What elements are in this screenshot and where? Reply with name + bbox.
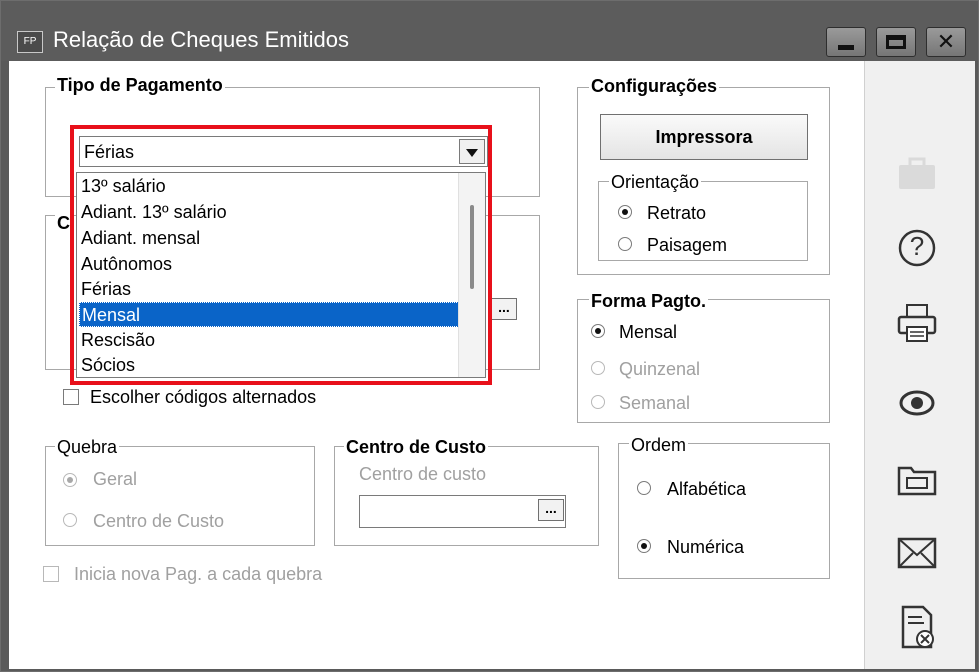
quebra-title: Quebra	[55, 437, 120, 458]
app-window: FP Relação de Cheques Emitidos ✕ Tipo de…	[0, 0, 979, 672]
briefcase-icon[interactable]	[887, 151, 947, 195]
obscured-browse-button[interactable]: ...	[491, 298, 517, 320]
folder-icon[interactable]	[887, 456, 947, 500]
forma-pagto-group	[577, 299, 830, 423]
help-icon[interactable]: ?	[887, 226, 947, 270]
forma-quinzenal-radio[interactable]	[591, 361, 605, 375]
maximize-icon	[886, 35, 906, 49]
ordem-alfabetica-radio[interactable]	[637, 481, 651, 495]
forma-mensal-label: Mensal	[619, 322, 678, 342]
preview-eye-icon[interactable]	[887, 381, 947, 425]
chevron-down-icon[interactable]	[459, 139, 485, 164]
forma-semanal-radio[interactable]	[591, 395, 605, 409]
centro-custo-input[interactable]	[359, 495, 566, 528]
ordem-numerica-label: Numérica	[667, 537, 745, 557]
inicia-nova-pag-checkbox[interactable]	[43, 566, 59, 582]
minimize-icon	[838, 45, 854, 50]
inicia-nova-pag-label: Inicia nova Pag. a cada quebra	[74, 564, 323, 584]
tipo-pagamento-select[interactable]: Férias	[79, 136, 488, 167]
configuracoes-title: Configurações	[589, 76, 720, 97]
centro-custo-title: Centro de Custo	[344, 437, 489, 458]
close-document-icon[interactable]	[887, 603, 947, 649]
help-glyph: ?	[909, 231, 925, 261]
dropdown-option[interactable]: 13º salário	[79, 174, 459, 199]
retrato-radio[interactable]	[618, 205, 632, 219]
tipo-pagamento-dropdown[interactable]: 13º salário Adiant. 13º salário Adiant. …	[76, 172, 486, 378]
centro-custo-field-label: Centro de custo	[359, 464, 487, 484]
envelope-icon[interactable]	[887, 531, 947, 575]
dropdown-option[interactable]: Rescisão	[79, 328, 459, 353]
ordem-alfabetica-label: Alfabética	[667, 479, 747, 499]
quebra-centro-radio[interactable]	[63, 513, 77, 527]
tipo-pagamento-title: Tipo de Pagamento	[55, 75, 225, 96]
ordem-title: Ordem	[629, 435, 689, 456]
maximize-button[interactable]	[876, 27, 916, 57]
dropdown-option[interactable]: Adiant. mensal	[79, 226, 459, 251]
dropdown-option[interactable]: Autônomos	[79, 252, 459, 277]
retrato-label: Retrato	[647, 203, 707, 223]
quebra-geral-radio[interactable]	[63, 473, 77, 487]
forma-mensal-radio[interactable]	[591, 324, 605, 338]
quebra-geral-label: Geral	[93, 469, 138, 489]
title-bar[interactable]: FP Relação de Cheques Emitidos ✕	[1, 1, 978, 61]
dropdown-scrollbar[interactable]	[458, 173, 485, 377]
close-button[interactable]: ✕	[926, 27, 966, 57]
dropdown-option[interactable]: Férias	[79, 277, 459, 302]
impressora-button[interactable]: Impressora	[600, 114, 808, 160]
centro-custo-browse-button[interactable]: ...	[538, 499, 564, 521]
escolher-codigos-checkbox[interactable]	[63, 389, 79, 405]
forma-pagto-title: Forma Pagto.	[589, 291, 709, 312]
printer-icon[interactable]	[887, 301, 947, 345]
app-icon: FP	[17, 31, 43, 53]
quebra-centro-label: Centro de Custo	[93, 511, 225, 531]
orientacao-title: Orientação	[609, 172, 702, 193]
paisagem-label: Paisagem	[647, 235, 728, 255]
dropdown-option[interactable]: Sócios	[79, 354, 459, 376]
tipo-pagamento-value: Férias	[84, 142, 135, 162]
dropdown-option-selected[interactable]: Mensal	[79, 302, 459, 327]
scrollbar-thumb[interactable]	[470, 205, 474, 289]
window-title: Relação de Cheques Emitidos	[53, 27, 349, 52]
paisagem-radio[interactable]	[618, 237, 632, 251]
ordem-group	[618, 443, 830, 579]
forma-quinzenal-label: Quinzenal	[619, 359, 701, 379]
obscured-group-title: C	[55, 213, 72, 234]
close-icon: ✕	[936, 29, 956, 54]
forma-semanal-label: Semanal	[619, 393, 691, 413]
minimize-button[interactable]	[826, 27, 866, 57]
dropdown-option[interactable]: Adiant. 13º salário	[79, 200, 459, 225]
escolher-codigos-label: Escolher códigos alternados	[90, 387, 317, 407]
ordem-numerica-radio[interactable]	[637, 539, 651, 553]
